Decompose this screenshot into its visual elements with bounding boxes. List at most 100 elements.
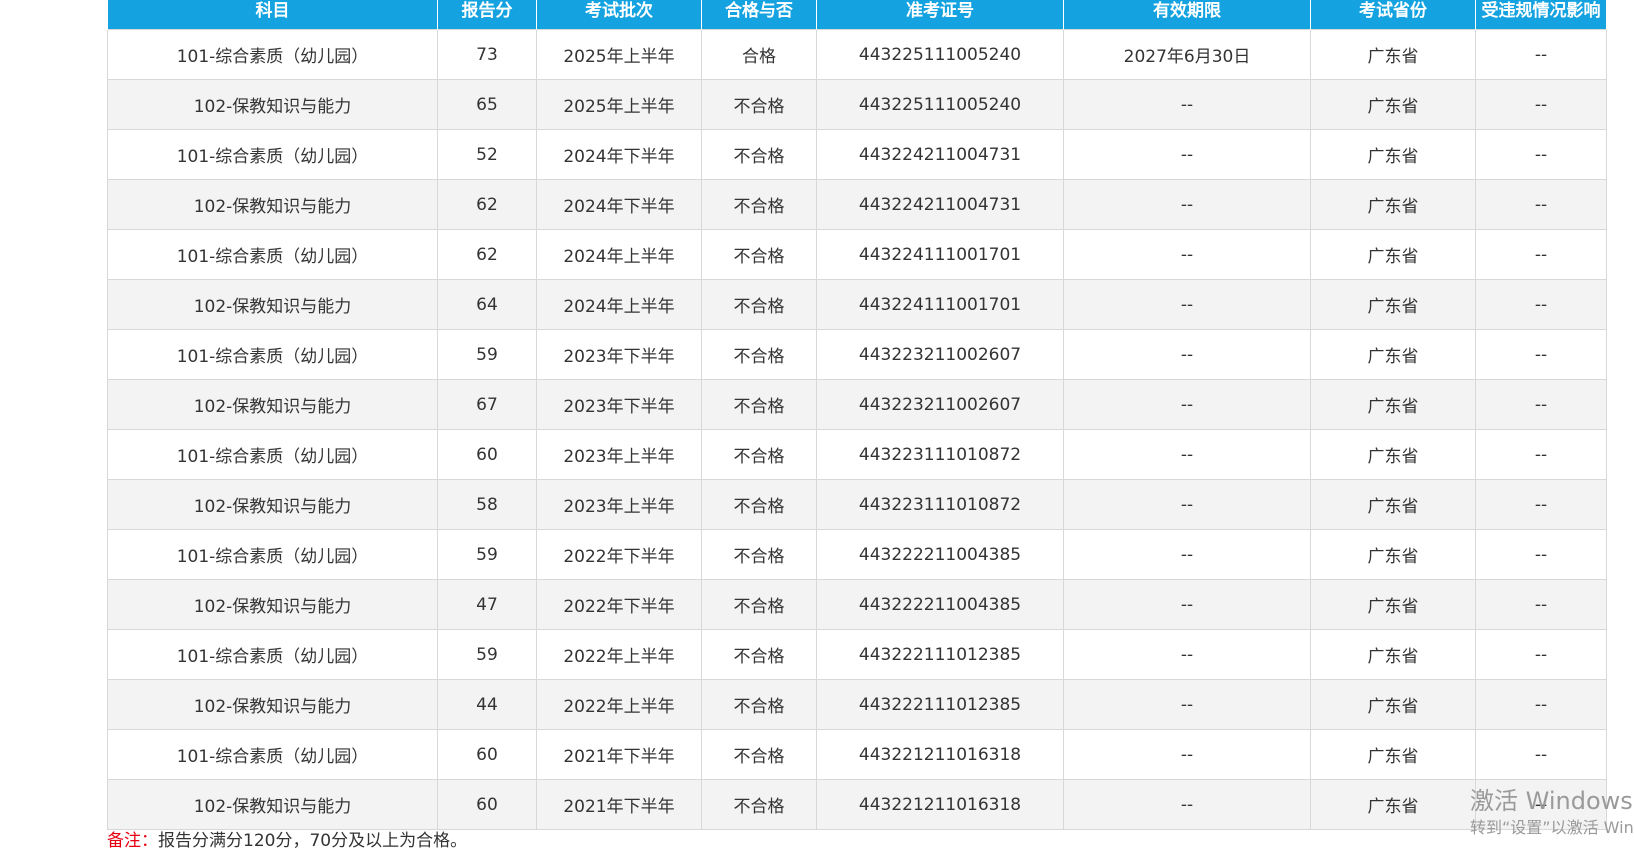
cell-exam-session: 2021年下半年 [536, 729, 702, 780]
table-row: 102-保教知识与能力 47 2022年下半年 不合格 443222211004385-… [107, 579, 1607, 630]
cell-valid-until: -- [1063, 329, 1311, 380]
cell-report-score: 58 [437, 479, 537, 530]
cell-valid-until: -- [1063, 129, 1311, 180]
cell-exam-session: 2022年上半年 [536, 679, 702, 730]
cell-exam-session: 2023年上半年 [536, 479, 702, 530]
cell-exam-province: 广东省 [1310, 379, 1476, 430]
cell-violation-impact: -- [1475, 479, 1607, 530]
cell-violation-impact: -- [1475, 229, 1607, 280]
cell-report-score: 60 [437, 729, 537, 780]
column-header-report-score: 报告分 [437, 0, 537, 30]
table-row: 102-保教知识与能力 62 2024年下半年 不合格 443224211004731-… [107, 179, 1607, 230]
table-row: 101-综合素质（幼儿园） 59 2022年下半年 不合格 44322221100438… [107, 529, 1607, 580]
cell-valid-until: -- [1063, 79, 1311, 130]
table-header: 科目 报告分 考试批次 合格与否 准考证号 有效期限 考试省份 受违规情况影响 [107, 0, 1607, 30]
cell-exam-province: 广东省 [1310, 29, 1476, 80]
cell-admission-number: 443223211002607 [816, 329, 1064, 380]
watermark-title: 激活 Windows [1470, 787, 1633, 815]
cell-violation-impact: -- [1475, 729, 1607, 780]
column-header-pass-status: 合格与否 [701, 0, 817, 30]
cell-report-score: 59 [437, 629, 537, 680]
cell-report-score: 47 [437, 579, 537, 630]
cell-exam-province: 广东省 [1310, 629, 1476, 680]
cell-pass-status: 不合格 [701, 329, 817, 380]
table-row: 101-综合素质（幼儿园） 52 2024年下半年 不合格 44322421100473… [107, 129, 1607, 180]
cell-valid-until: -- [1063, 179, 1311, 230]
table-row: 102-保教知识与能力 58 2023年上半年 不合格 443223111010872-… [107, 479, 1607, 530]
cell-pass-status: 不合格 [701, 379, 817, 430]
cell-valid-until: -- [1063, 579, 1311, 630]
score-table-container: 科目 报告分 考试批次 合格与否 准考证号 有效期限 考试省份 受违规情况影响 101-综合素… [107, 0, 1607, 830]
cell-report-score: 65 [437, 79, 537, 130]
table-header-row: 科目 报告分 考试批次 合格与否 准考证号 有效期限 考试省份 受违规情况影响 [107, 0, 1607, 30]
cell-violation-impact: -- [1475, 379, 1607, 430]
cell-subject: 101-综合素质（幼儿园） [107, 229, 438, 280]
cell-pass-status: 不合格 [701, 79, 817, 130]
cell-exam-province: 广东省 [1310, 179, 1476, 230]
cell-admission-number: 443222211004385 [816, 579, 1064, 630]
cell-exam-session: 2025年上半年 [536, 29, 702, 80]
table-row: 102-保教知识与能力 65 2025年上半年 不合格 443225111005240-… [107, 79, 1607, 130]
cell-valid-until: -- [1063, 529, 1311, 580]
score-report-page: 科目 报告分 考试批次 合格与否 准考证号 有效期限 考试省份 受违规情况影响 101-综合素… [0, 0, 1634, 861]
cell-exam-session: 2023年下半年 [536, 329, 702, 380]
cell-exam-session: 2023年上半年 [536, 429, 702, 480]
cell-report-score: 60 [437, 779, 537, 830]
cell-subject: 101-综合素质（幼儿园） [107, 129, 438, 180]
cell-violation-impact: -- [1475, 329, 1607, 380]
cell-pass-status: 不合格 [701, 729, 817, 780]
cell-valid-until: -- [1063, 729, 1311, 780]
table-row: 101-综合素质（幼儿园） 59 2022年上半年 不合格 44322211101238… [107, 629, 1607, 680]
cell-exam-session: 2025年上半年 [536, 79, 702, 130]
cell-valid-until: -- [1063, 779, 1311, 830]
cell-pass-status: 不合格 [701, 229, 817, 280]
cell-valid-until: -- [1063, 629, 1311, 680]
cell-subject: 102-保教知识与能力 [107, 679, 438, 730]
table-row: 101-综合素质（幼儿园） 62 2024年上半年 不合格 44322411100170… [107, 229, 1607, 280]
table-body: 101-综合素质（幼儿园） 73 2025年上半年 合格 443225111005240… [107, 29, 1607, 830]
cell-admission-number: 443221211016318 [816, 779, 1064, 830]
cell-subject: 101-综合素质（幼儿园） [107, 729, 438, 780]
cell-subject: 102-保教知识与能力 [107, 79, 438, 130]
cell-subject: 102-保教知识与能力 [107, 579, 438, 630]
cell-admission-number: 443223111010872 [816, 429, 1064, 480]
cell-valid-until: -- [1063, 429, 1311, 480]
cell-pass-status: 不合格 [701, 779, 817, 830]
cell-report-score: 67 [437, 379, 537, 430]
cell-admission-number: 443221211016318 [816, 729, 1064, 780]
cell-admission-number: 443222111012385 [816, 679, 1064, 730]
cell-subject: 101-综合素质（幼儿园） [107, 429, 438, 480]
cell-pass-status: 不合格 [701, 629, 817, 680]
cell-violation-impact: -- [1475, 629, 1607, 680]
cell-exam-province: 广东省 [1310, 229, 1476, 280]
column-header-exam-province: 考试省份 [1310, 0, 1476, 30]
cell-exam-session: 2022年下半年 [536, 579, 702, 630]
cell-exam-session: 2024年下半年 [536, 179, 702, 230]
cell-exam-session: 2024年上半年 [536, 229, 702, 280]
cell-violation-impact: -- [1475, 579, 1607, 630]
score-note: 备注：报告分满分120分，70分及以上为合格。 [107, 826, 467, 851]
cell-violation-impact: -- [1475, 129, 1607, 180]
cell-valid-until: -- [1063, 379, 1311, 430]
cell-pass-status: 不合格 [701, 479, 817, 530]
column-header-violation-impact: 受违规情况影响 [1475, 0, 1607, 30]
cell-subject: 101-综合素质（幼儿园） [107, 629, 438, 680]
cell-report-score: 59 [437, 329, 537, 380]
cell-pass-status: 合格 [701, 29, 817, 80]
column-header-admission-number: 准考证号 [816, 0, 1064, 30]
cell-exam-province: 广东省 [1310, 129, 1476, 180]
cell-exam-province: 广东省 [1310, 279, 1476, 330]
column-header-subject: 科目 [107, 0, 438, 30]
cell-subject: 102-保教知识与能力 [107, 379, 438, 430]
cell-exam-session: 2022年上半年 [536, 629, 702, 680]
note-text: 报告分满分120分，70分及以上为合格。 [158, 831, 468, 851]
cell-admission-number: 443223211002607 [816, 379, 1064, 430]
cell-exam-session: 2023年下半年 [536, 379, 702, 430]
cell-admission-number: 443225111005240 [816, 79, 1064, 130]
cell-report-score: 60 [437, 429, 537, 480]
cell-subject: 102-保教知识与能力 [107, 779, 438, 830]
cell-pass-status: 不合格 [701, 429, 817, 480]
table-row: 101-综合素质（幼儿园） 60 2023年上半年 不合格 44322311101087… [107, 429, 1607, 480]
cell-admission-number: 443224211004731 [816, 179, 1064, 230]
cell-subject: 102-保教知识与能力 [107, 279, 438, 330]
